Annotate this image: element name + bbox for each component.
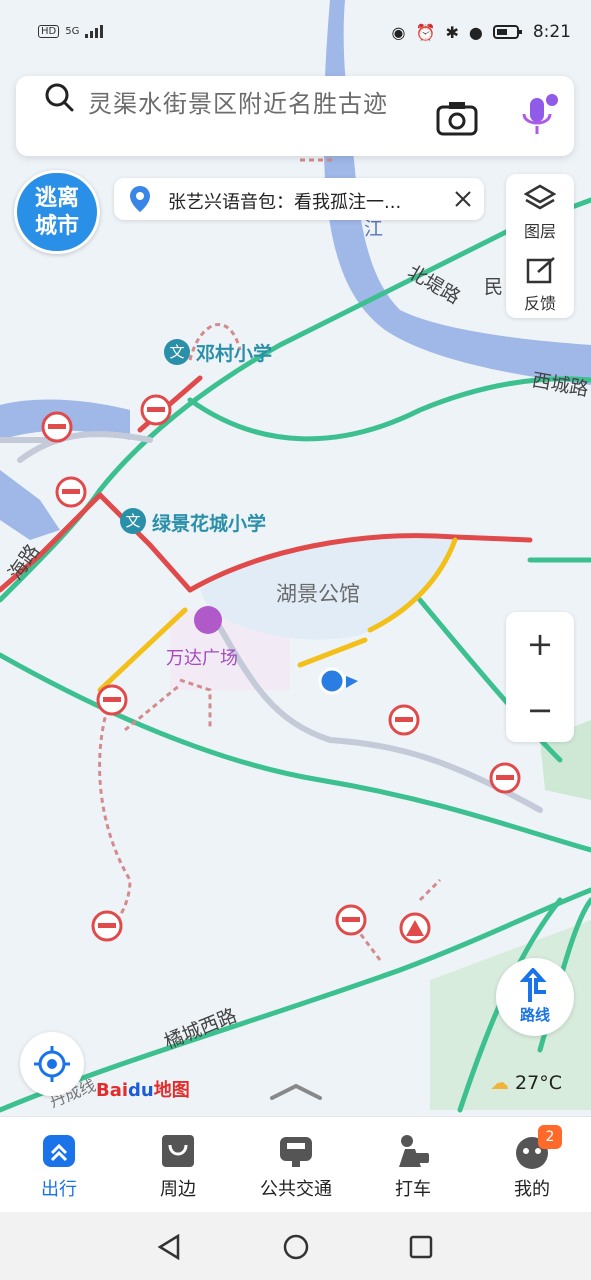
vibrate-icon: ◉: [391, 22, 406, 42]
tab-taxi[interactable]: 打车: [363, 1117, 463, 1213]
map-roads: [0, 0, 591, 1113]
search-bar[interactable]: 灵渠水街景区附近名胜古迹: [16, 76, 574, 156]
route-arrow-icon: [520, 968, 547, 1002]
home-icon[interactable]: [282, 1233, 310, 1261]
close-icon[interactable]: [454, 190, 472, 208]
tab-transit[interactable]: 公共交通: [246, 1117, 346, 1213]
bus-icon: [280, 1137, 312, 1167]
location-pin-icon: [130, 186, 150, 212]
location-icon: ●: [468, 22, 483, 42]
back-icon[interactable]: [156, 1234, 182, 1260]
tab-label: 我的: [514, 1179, 550, 1200]
poi-label-school2[interactable]: 绿景花城小学: [152, 509, 266, 536]
locate-button[interactable]: [20, 1032, 84, 1096]
search-icon: [45, 83, 74, 112]
signal-label: 5G: [65, 25, 80, 37]
zoom-control: + −: [506, 612, 574, 742]
poi-label-mall[interactable]: 万达广场: [166, 644, 238, 670]
weather-icon: ☁: [490, 1072, 509, 1094]
signal-icon: [85, 25, 104, 38]
school-poi-icon[interactable]: 文: [164, 339, 190, 365]
taxi-icon: [399, 1135, 429, 1167]
promo-badge[interactable]: 逃离 城市: [14, 170, 100, 254]
tab-mine[interactable]: 2 我的: [482, 1117, 582, 1213]
feedback-label[interactable]: 反馈: [506, 290, 574, 314]
crosshair-icon: [34, 1046, 70, 1082]
logo-du: du: [128, 1080, 154, 1101]
camera-icon[interactable]: [436, 100, 478, 136]
weather-temp: 27°C: [515, 1072, 562, 1094]
tab-label: 周边: [160, 1179, 196, 1200]
road-label-min: 民: [484, 276, 504, 298]
bluetooth-icon: ✱: [445, 22, 459, 42]
map-canvas[interactable]: 文 邓村小学 文 绿景花城小学 万达广场 湖景公馆 北堤路 民 西城路 江 海路…: [0, 0, 591, 1120]
weather[interactable]: ☁ 27°C: [490, 1072, 562, 1094]
voice-pack-banner[interactable]: 张艺兴语音包：看我孤注一...: [114, 178, 484, 220]
baidu-map-logo: Baidu地图: [96, 1076, 190, 1102]
zoom-out-button[interactable]: −: [506, 678, 574, 742]
tab-label: 公共交通: [260, 1179, 332, 1200]
shopping-poi-icon[interactable]: [194, 606, 222, 634]
logo-bai: Bai: [96, 1080, 129, 1101]
promo-line1: 逃离: [34, 186, 79, 211]
school-poi-icon[interactable]: 文: [120, 508, 146, 534]
notification-badge: 2: [538, 1125, 562, 1149]
voice-pack-text: 张艺兴语音包：看我孤注一...: [168, 192, 402, 213]
recents-icon[interactable]: [408, 1234, 434, 1260]
zoom-in-button[interactable]: +: [506, 612, 574, 676]
poi-label-school1[interactable]: 邓村小学: [196, 339, 272, 366]
clock: 8:21: [532, 22, 571, 42]
tab-nearby[interactable]: 周边: [128, 1117, 228, 1213]
battery-icon: [492, 25, 522, 39]
layers-label[interactable]: 图层: [506, 218, 574, 242]
route-label: 路线: [519, 1006, 550, 1024]
tab-label: 打车: [395, 1179, 431, 1200]
status-bar: HD 5G ◉ ⏰ ✱ ● 8:21: [0, 0, 591, 66]
layers-icon[interactable]: [524, 184, 556, 212]
route-button[interactable]: 路线: [496, 958, 574, 1036]
alarm-icon: ⏰: [415, 22, 436, 42]
chevron-up-icon[interactable]: [268, 1082, 324, 1102]
promo-line2: 城市: [34, 214, 79, 239]
area-label-residence: 湖景公馆: [276, 582, 360, 606]
tab-travel[interactable]: 出行: [9, 1117, 109, 1213]
travel-icon: [43, 1135, 75, 1167]
side-panel: 图层 反馈: [506, 174, 574, 318]
tab-label: 出行: [41, 1179, 77, 1200]
bottom-tab-bar: 出行 周边 公共交通 打车 2 我的: [0, 1116, 591, 1213]
system-nav-bar: [0, 1212, 591, 1280]
network-label: HD: [38, 24, 60, 38]
nearby-icon: [162, 1135, 194, 1167]
logo-map: 地图: [153, 1080, 190, 1101]
search-input[interactable]: 灵渠水街景区附近名胜古迹: [88, 84, 388, 119]
microphone-icon[interactable]: [518, 92, 558, 142]
feedback-icon[interactable]: [526, 256, 556, 284]
